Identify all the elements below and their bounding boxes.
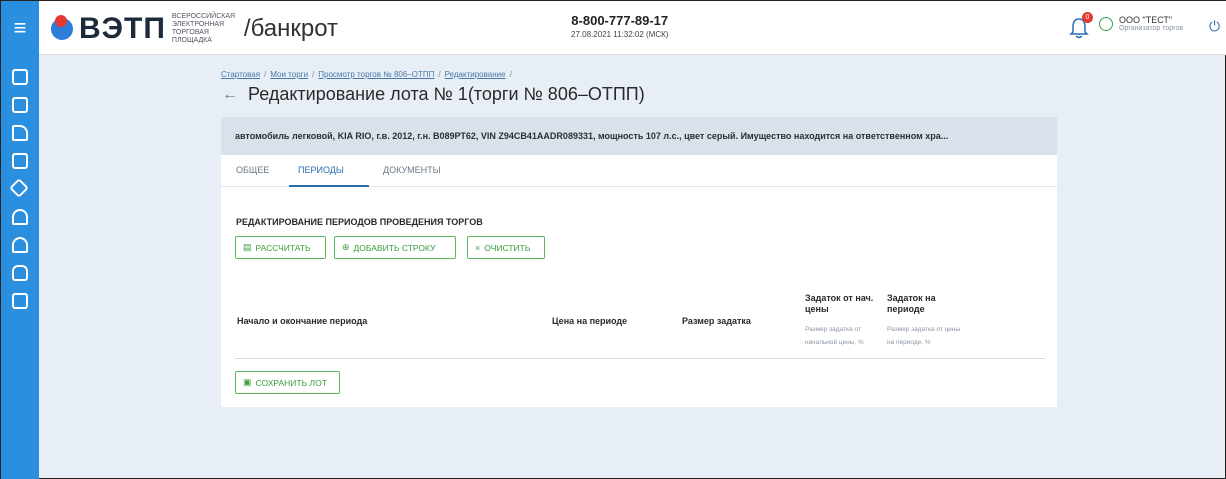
arrow-left-icon[interactable]: ← [222, 86, 238, 104]
breadcrumb-item-edit[interactable]: Редактирование [445, 70, 506, 79]
sidebar-auction-icon[interactable] [9, 178, 29, 198]
logo[interactable]: ВЭТП ВСЕРОССИЙСКАЯ ЭЛЕКТРОННАЯ ТОРГОВАЯ … [51, 13, 338, 45]
calculate-button[interactable]: ▤ РАССЧИТАТЬ [235, 236, 326, 259]
column-deposit-start-price: Задаток от нач. цены [805, 293, 874, 314]
add-row-button-label: ДОБАВИТЬ СТРОКУ [353, 242, 436, 253]
calculate-button-label: РАССЧИТАТЬ [255, 242, 311, 253]
lot-description: автомобиль легковой, KIA RIO, г.в. 2012,… [235, 131, 949, 141]
save-icon: ▣ [243, 377, 252, 387]
column-deposit: Размер задатка [682, 316, 751, 326]
sidebar-calculator-icon[interactable] [12, 293, 28, 309]
sidebar-list-icon[interactable] [12, 153, 28, 169]
sidebar-lock-icon[interactable] [12, 265, 28, 281]
add-row-button[interactable]: ⊕ ДОБАВИТЬ СТРОКУ [334, 236, 456, 259]
tab-periods[interactable]: ПЕРИОДЫ [298, 165, 344, 175]
section-title: РЕДАКТИРОВАНИЕ ПЕРИОДОВ ПРОВЕДЕНИЯ ТОРГО… [236, 217, 483, 227]
add-row-icon: ⊕ [342, 242, 350, 252]
support-phone: 8-800-777-89-17 [571, 13, 669, 28]
column-deposit-start-price-hint: Размер задатка от начальной цены, % [805, 326, 864, 346]
calculator-icon: ▤ [243, 242, 252, 252]
column-deposit-period: Задаток на периоде [887, 293, 936, 314]
logo-subtitle: ВСЕРОССИЙСКАЯ ЭЛЕКТРОННАЯ ТОРГОВАЯ ПЛОЩА… [171, 13, 236, 44]
server-datetime: 27.08.2021 11:32:02 (МСК) [571, 30, 669, 39]
user-name: ООО "ТЕСТ" [1119, 15, 1173, 25]
save-lot-button[interactable]: ▣ СОХРАНИТЬ ЛОТ [235, 371, 340, 394]
lot-edit-card: ОБЩЕЕ ПЕРИОДЫ ДОКУМЕНТЫ РЕДАКТИРОВАНИЕ П… [221, 155, 1057, 407]
sidebar-document-icon[interactable] [12, 97, 28, 113]
periods-table-header: Начало и окончание периода Цена на перио… [235, 291, 1045, 359]
app-frame: ≡ ВЭТП ВСЕРОССИЙСКАЯ ЭЛЕКТРОННАЯ ТОРГОВА… [0, 0, 1226, 479]
column-deposit-period-hint: Размер задатка от цены на периоде, % [887, 326, 961, 346]
breadcrumb-item-view-trades[interactable]: Просмотр торгов № 806–ОТПП [318, 70, 434, 79]
clear-button[interactable]: × ОЧИСТИТЬ [467, 236, 545, 259]
user-role: Организатор торгов [1119, 25, 1184, 32]
notification-badge: 0 [1082, 12, 1093, 23]
column-price: Цена на периоде [552, 316, 628, 326]
logo-text: ВЭТП [79, 12, 166, 45]
active-tab-indicator [289, 185, 369, 187]
support-phone-block: 8-800-777-89-17 27.08.2021 11:32:02 (МСК… [571, 13, 668, 39]
breadcrumb-item-start[interactable]: Стартовая [221, 70, 260, 79]
logo-mark-icon [51, 15, 73, 40]
save-lot-button-label: СОХРАНИТЬ ЛОТ [255, 377, 327, 388]
tab-bar: ОБЩЕЕ ПЕРИОДЫ ДОКУМЕНТЫ [221, 155, 1057, 187]
top-header: ≡ ВЭТП ВСЕРОССИЙСКАЯ ЭЛЕКТРОННАЯ ТОРГОВА… [1, 1, 1226, 55]
user-icon [1099, 16, 1113, 31]
tab-documents[interactable]: ДОКУМЕНТЫ [383, 165, 441, 175]
tab-general[interactable]: ОБЩЕЕ [236, 165, 269, 175]
logo-section: /банкрот [243, 15, 339, 42]
clear-button-label: ОЧИСТИТЬ [484, 242, 531, 253]
power-icon[interactable]: ⏻ [1209, 18, 1220, 35]
sidebar-user-icon[interactable] [12, 209, 28, 225]
sidebar-home-icon[interactable] [12, 69, 28, 85]
menu-icon[interactable]: ≡ [1, 1, 39, 55]
breadcrumb-item-my-trades[interactable]: Мои торги [270, 70, 308, 79]
sidebar [1, 55, 39, 479]
sidebar-users-icon[interactable] [12, 237, 28, 253]
close-icon: × [475, 242, 481, 253]
user-menu[interactable]: ООО "ТЕСТ" Организатор торгов [1099, 15, 1183, 32]
lot-banner: автомобиль легковой, KIA RIO, г.в. 2012,… [221, 117, 1057, 155]
page-title: Редактирование лота № 1(торги № 806–ОТПП… [248, 84, 645, 104]
column-period: Начало и окончание периода [237, 316, 368, 326]
title-row: ← Редактирование лота № 1(торги № 806–ОТ… [222, 84, 645, 105]
sidebar-contract-icon[interactable] [12, 125, 28, 141]
breadcrumb: Стартовая / Мои торги / Просмотр торгов № 80… [221, 70, 512, 79]
